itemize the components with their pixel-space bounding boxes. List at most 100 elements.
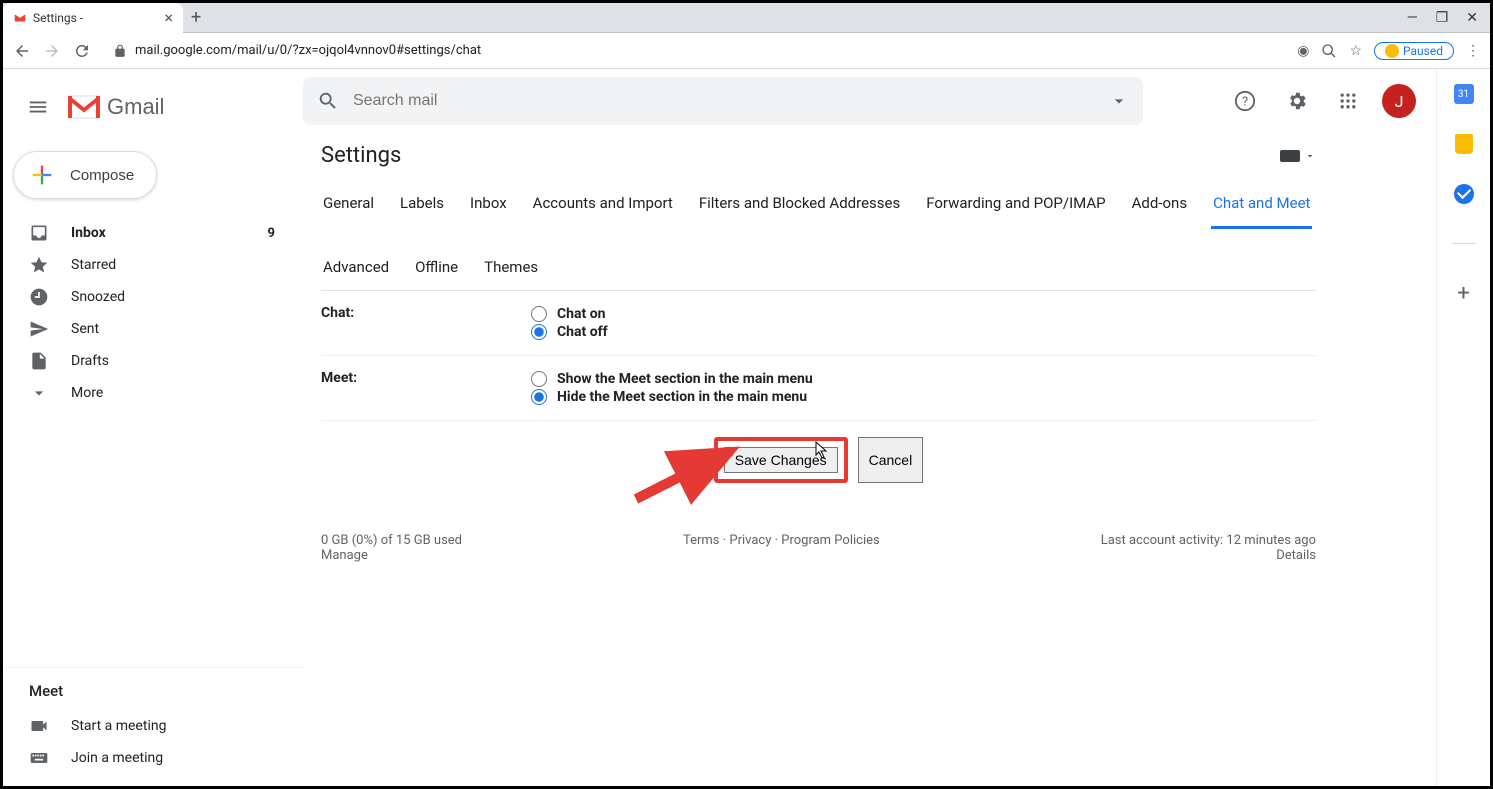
chat-setting-row: Chat: Chat on Chat off [321, 291, 1316, 356]
tab-title: Settings - [33, 11, 83, 25]
sidebar-item-snoozed[interactable]: Snoozed [3, 281, 303, 313]
lock-icon [113, 44, 127, 58]
keyboard-small-icon [1280, 150, 1300, 162]
gmail-favicon-icon [13, 11, 27, 25]
tab-general[interactable]: General [321, 186, 376, 228]
button-row: Save Changes Cancel [321, 421, 1316, 513]
browser-tab[interactable]: Settings - × [3, 3, 183, 33]
tab-accounts[interactable]: Accounts and Import [531, 186, 675, 228]
bookmark-star-icon[interactable]: ☆ [1349, 43, 1362, 59]
sidebar-item-inbox[interactable]: Inbox 9 [3, 217, 303, 249]
get-addons-icon[interactable]: + [1453, 282, 1475, 304]
settings-tabs: General Labels Inbox Accounts and Import… [321, 186, 1316, 291]
new-tab-button[interactable]: + [191, 7, 201, 28]
tab-filters[interactable]: Filters and Blocked Addresses [697, 186, 902, 228]
file-icon [29, 351, 49, 371]
tasks-addon-icon[interactable] [1453, 183, 1475, 205]
start-meeting-button[interactable]: Start a meeting [3, 710, 303, 742]
zoom-icon[interactable] [1321, 43, 1337, 59]
gmail-envelope-icon [67, 94, 101, 120]
star-icon [29, 255, 49, 275]
side-panel: 31 + [1436, 69, 1490, 786]
meet-setting-row: Meet: Show the Meet section in the main … [321, 356, 1316, 421]
terms-link[interactable]: Terms [683, 533, 720, 548]
meet-hide-option[interactable]: Hide the Meet section in the main menu [531, 388, 1316, 406]
activity-text: Last account activity: 12 minutes ago [1101, 533, 1316, 548]
search-box[interactable] [303, 77, 1143, 125]
page-title: Settings [321, 143, 401, 168]
eye-icon[interactable]: ◉ [1297, 43, 1309, 59]
inbox-icon [29, 223, 49, 243]
cancel-button[interactable]: Cancel [858, 437, 924, 483]
main-menu-icon[interactable] [19, 88, 57, 126]
browser-menu-icon[interactable]: ⋮ [1466, 43, 1480, 59]
rail-divider [1452, 243, 1476, 244]
gmail-logo[interactable]: Gmail [67, 94, 164, 120]
meet-show-option[interactable]: Show the Meet section in the main menu [531, 370, 1316, 388]
policies-link[interactable]: Program Policies [781, 533, 879, 548]
send-icon [29, 319, 49, 339]
compose-label: Compose [70, 167, 134, 184]
chat-off-radio[interactable] [531, 324, 547, 340]
manage-link[interactable]: Manage [321, 548, 368, 563]
meet-label: Meet: [321, 370, 531, 406]
tab-chat-and-meet[interactable]: Chat and Meet [1211, 186, 1312, 229]
search-input[interactable] [353, 92, 1095, 110]
keep-addon-icon[interactable] [1453, 133, 1475, 155]
meet-show-radio[interactable] [531, 371, 547, 387]
calendar-addon-icon[interactable]: 31 [1453, 83, 1475, 105]
sidebar-item-drafts[interactable]: Drafts [3, 345, 303, 377]
svg-text:?: ? [1242, 95, 1248, 110]
tab-themes[interactable]: Themes [482, 250, 540, 290]
tab-addons[interactable]: Add-ons [1130, 186, 1189, 228]
account-avatar[interactable]: J [1382, 84, 1416, 118]
sidebar-item-sent[interactable]: Sent [3, 313, 303, 345]
save-changes-button[interactable]: Save Changes [724, 447, 838, 473]
tab-close-icon[interactable]: × [164, 8, 173, 27]
settings-footer: 0 GB (0%) of 15 GB used Manage Terms · P… [321, 513, 1316, 583]
compose-plus-icon [28, 161, 56, 189]
maximize-icon[interactable]: ❐ [1436, 10, 1449, 26]
chat-on-option[interactable]: Chat on [531, 305, 1316, 323]
url-text: mail.google.com/mail/u/0/?zx=ojqol4vnnov… [135, 43, 481, 58]
keyboard-icon [29, 748, 49, 768]
chat-off-option[interactable]: Chat off [531, 323, 1316, 341]
browser-tab-strip: Settings - × + — ❐ ✕ [3, 3, 1490, 33]
reload-button[interactable] [73, 42, 91, 60]
sidebar-item-more[interactable]: More [3, 377, 303, 409]
settings-gear-icon[interactable] [1280, 84, 1314, 118]
chevron-down-icon [1304, 150, 1316, 162]
clock-icon [29, 287, 49, 307]
gmail-wordmark: Gmail [107, 94, 164, 120]
tab-inbox[interactable]: Inbox [468, 186, 509, 228]
tab-labels[interactable]: Labels [398, 186, 446, 228]
search-options-icon[interactable] [1109, 91, 1129, 111]
compose-button[interactable]: Compose [13, 151, 157, 199]
search-icon[interactable] [317, 90, 339, 112]
chat-on-radio[interactable] [531, 306, 547, 322]
tab-offline[interactable]: Offline [413, 250, 460, 290]
profile-dot-icon [1385, 44, 1399, 58]
chevron-down-icon [29, 383, 49, 403]
sidebar-nav: Inbox 9 Starred Snoozed Sent Drafts M [3, 217, 303, 409]
profile-paused-button[interactable]: Paused [1374, 42, 1454, 60]
meet-hide-radio[interactable] [531, 389, 547, 405]
details-link[interactable]: Details [1276, 548, 1316, 563]
join-meeting-button[interactable]: Join a meeting [3, 742, 303, 774]
apps-grid-icon[interactable] [1332, 85, 1364, 117]
back-button[interactable] [13, 42, 31, 60]
input-tools-button[interactable] [1280, 150, 1316, 162]
tab-forwarding[interactable]: Forwarding and POP/IMAP [924, 186, 1107, 228]
sidebar-item-starred[interactable]: Starred [3, 249, 303, 281]
meet-section-header: Meet [3, 672, 303, 710]
forward-button[interactable] [43, 42, 61, 60]
chat-label: Chat: [321, 305, 531, 341]
support-icon[interactable]: ? [1228, 84, 1262, 118]
url-input[interactable]: mail.google.com/mail/u/0/?zx=ojqol4vnnov… [103, 43, 1285, 58]
privacy-link[interactable]: Privacy [729, 533, 771, 548]
tab-advanced[interactable]: Advanced [321, 250, 391, 290]
minimize-icon[interactable]: — [1407, 10, 1418, 26]
window-controls: — ❐ ✕ [1407, 10, 1490, 26]
annotation-highlight: Save Changes [714, 437, 848, 483]
close-window-icon[interactable]: ✕ [1466, 10, 1478, 26]
